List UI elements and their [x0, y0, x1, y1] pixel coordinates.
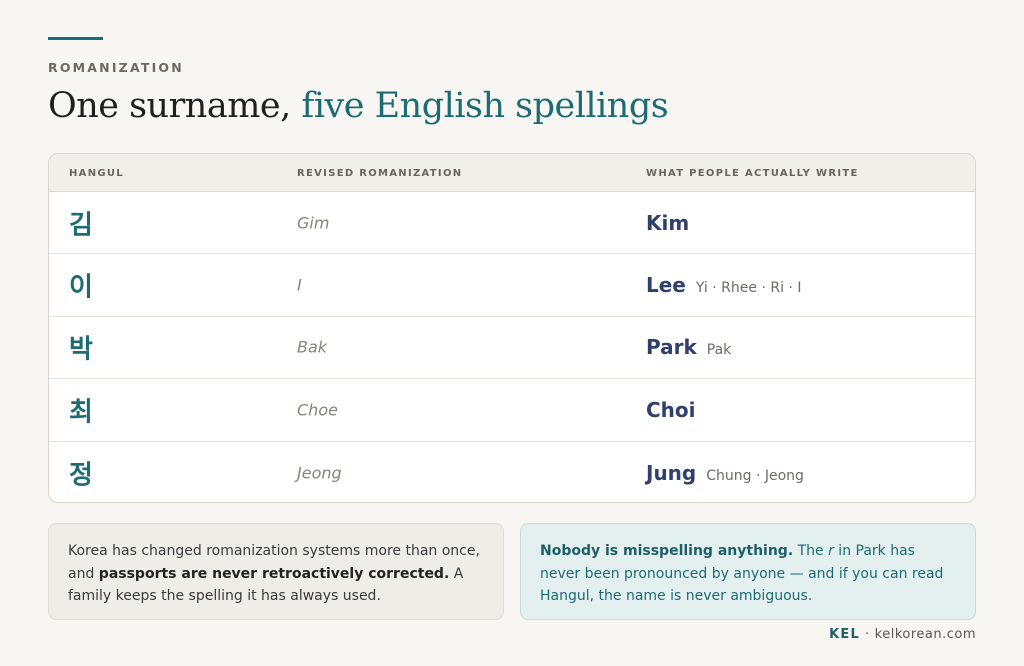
note-left-emphasis: passports are never retroactively correc… — [98, 565, 450, 582]
title-accent: five English spellings — [301, 86, 669, 126]
hangul-cell: 박 — [69, 334, 93, 365]
written-cell: Choi — [646, 398, 706, 422]
table-row: 최 Choe Choi — [49, 379, 975, 442]
eyebrow-label: ROMANIZATION — [48, 60, 184, 75]
footer-separator: · — [865, 627, 870, 642]
footer-credit: KEL · kelkorean.com — [829, 627, 976, 642]
variant-spellings: Yi · Rhee · Ri · I — [695, 280, 802, 297]
variant-spellings: Chung · Jeong — [706, 467, 804, 484]
header-revised-romanization: REVISED ROMANIZATION — [297, 168, 463, 179]
footer-site-link[interactable]: kelkorean.com — [875, 627, 976, 642]
written-cell: Park Pak — [646, 335, 731, 359]
history-note: Korea has changed romanization systems m… — [48, 523, 504, 620]
revised-cell: Bak — [297, 337, 328, 357]
header-what-people-write: WHAT PEOPLE ACTUALLY WRITE — [646, 168, 859, 179]
page-title: One surname, five English spellings — [48, 86, 669, 126]
hangul-cell: 김 — [69, 210, 93, 241]
accent-rule — [48, 37, 103, 40]
hangul-cell: 최 — [69, 397, 93, 428]
main-spelling: Kim — [646, 210, 690, 235]
pronunciation-note: Nobody is misspelling anything. The r in… — [520, 523, 976, 620]
written-cell: Lee Yi · Rhee · Ri · I — [646, 273, 801, 297]
header-hangul: HANGUL — [69, 168, 124, 179]
written-cell: Kim — [646, 211, 699, 235]
table-row: 박 Bak Park Pak — [49, 317, 975, 380]
table-row: 김 Gim Kim — [49, 192, 975, 255]
table-header: HANGUL REVISED ROMANIZATION WHAT PEOPLE … — [49, 154, 975, 192]
revised-cell: Gim — [297, 213, 330, 233]
table-row: 정 Jeong Jung Chung · Jeong — [49, 442, 975, 502]
footer-brand: KEL — [829, 627, 860, 642]
main-spelling: Lee — [646, 273, 686, 298]
romanization-table: HANGUL REVISED ROMANIZATION WHAT PEOPLE … — [48, 153, 976, 503]
main-spelling: Park — [646, 335, 697, 360]
hangul-cell: 정 — [69, 460, 93, 491]
table-row: 이 I Lee Yi · Rhee · Ri · I — [49, 254, 975, 317]
note-right-mid1: The — [793, 543, 829, 559]
revised-cell: Jeong — [297, 463, 342, 483]
note-right-emphasis: Nobody is misspelling anything. — [540, 543, 794, 559]
hangul-cell: 이 — [69, 272, 93, 303]
variant-spellings: Pak — [706, 342, 732, 359]
revised-cell: I — [297, 275, 302, 295]
title-prefix: One surname, — [48, 86, 302, 126]
main-spelling: Choi — [646, 397, 696, 422]
written-cell: Jung Chung · Jeong — [646, 461, 804, 485]
revised-cell: Choe — [297, 400, 338, 420]
main-spelling: Jung — [646, 460, 697, 485]
